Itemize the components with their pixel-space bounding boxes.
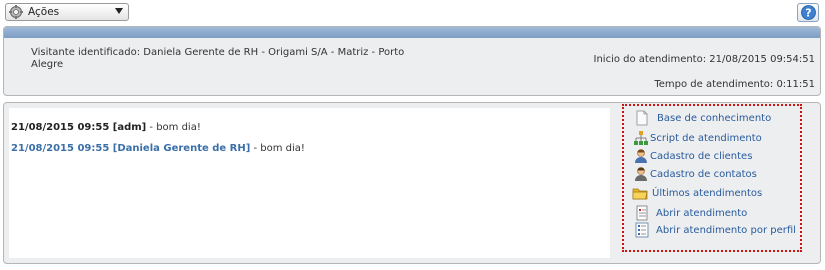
help-button[interactable]: ? <box>797 3 819 22</box>
chevron-down-icon <box>115 8 123 14</box>
link-cadastro-contatos[interactable]: Cadastro de contatos <box>633 166 757 182</box>
gear-icon <box>9 5 23 19</box>
document-icon <box>636 110 648 126</box>
list-form-icon <box>635 222 649 238</box>
contact-icon <box>635 167 647 181</box>
link-abrir-atendimento-perfil[interactable]: Abrir atendimento por perfil <box>634 222 796 238</box>
link-cadastro-clientes[interactable]: Cadastro de clientes <box>633 148 752 164</box>
panel-header-band <box>4 27 820 38</box>
actions-label: Ações <box>28 6 60 18</box>
actions-dropdown[interactable]: Ações <box>5 3 129 21</box>
chat-panel: 21/08/2015 09:55 [adm] - bom dia! 21/08/… <box>3 102 821 264</box>
link-label: Abrir atendimento <box>656 207 748 219</box>
link-base-conhecimento[interactable]: Base de conhecimento <box>634 110 771 126</box>
folder-icon <box>632 188 648 200</box>
message-separator: - <box>146 122 157 133</box>
link-script-atendimento[interactable]: Script de atendimento <box>633 130 762 146</box>
message-text: bom dia! <box>156 122 201 133</box>
link-label: Cadastro de contatos <box>650 168 757 180</box>
start-time: Inicio do atendimento: 21/08/2015 09:54:… <box>593 54 816 65</box>
form-icon <box>636 205 648 221</box>
link-label: Abrir atendimento por perfil <box>656 224 796 236</box>
chat-message: 21/08/2015 09:55 [Daniela Gerente de RH]… <box>11 143 305 154</box>
svg-text:?: ? <box>805 7 811 20</box>
link-label: Últimos atendimentos <box>652 187 763 199</box>
chat-log[interactable]: 21/08/2015 09:55 [adm] - bom dia! 21/08/… <box>9 108 610 258</box>
quick-links-panel: Base de conhecimento Script de atendimen… <box>622 104 802 252</box>
message-header: 21/08/2015 09:55 [Daniela Gerente de RH] <box>11 143 251 154</box>
message-separator: - <box>250 143 261 154</box>
message-header: 21/08/2015 09:55 [adm] <box>11 122 147 133</box>
hierarchy-icon <box>634 131 648 145</box>
attendance-info-panel: Visitante identificado: Daniela Gerente … <box>3 26 821 96</box>
chat-message: 21/08/2015 09:55 [adm] - bom dia! <box>11 122 201 133</box>
link-label: Base de conhecimento <box>657 112 772 124</box>
visitor-info: Visitante identificado: Daniela Gerente … <box>31 47 405 70</box>
link-ultimos-atendimentos[interactable]: Últimos atendimentos <box>632 185 762 201</box>
elapsed-time: Tempo de atendimento: 0:11:51 <box>654 79 815 90</box>
user-icon <box>635 149 647 163</box>
help-icon: ? <box>800 5 816 20</box>
link-label: Cadastro de clientes <box>650 150 753 162</box>
link-abrir-atendimento[interactable]: Abrir atendimento <box>634 205 747 221</box>
toolbar: Ações ? <box>0 0 825 26</box>
link-label: Script de atendimento <box>650 132 762 144</box>
message-text: bom dia! <box>260 143 305 154</box>
